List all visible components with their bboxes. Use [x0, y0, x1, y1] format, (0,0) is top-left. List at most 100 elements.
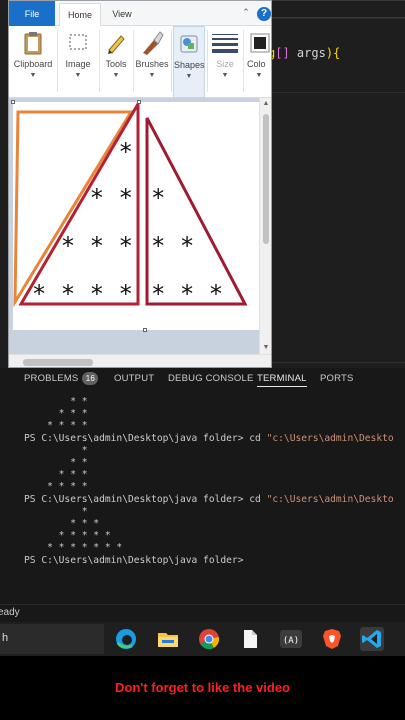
ribbon-divider — [133, 30, 134, 92]
brush-icon — [143, 31, 164, 55]
chevron-down-icon: ▼ — [148, 72, 156, 79]
terminal-output-line: * * * — [24, 408, 88, 420]
tools-label: Tools — [105, 59, 127, 69]
image-label: Image — [65, 59, 91, 69]
svg-text:(A): (A) — [283, 636, 299, 646]
command-path: "c:\Users\admin\Deskto — [266, 432, 394, 444]
terminal-output-line: * * * * * — [24, 530, 111, 542]
ribbon-divider — [57, 30, 58, 92]
editor-divider — [262, 18, 405, 19]
shapes-label: Shapes — [174, 60, 205, 70]
chevron-down-icon[interactable]: ▼ — [260, 342, 271, 354]
editor-divider — [262, 362, 405, 363]
terminal-output-line: * * * — [24, 469, 88, 481]
size-group[interactable]: Size ▼ — [209, 26, 241, 98]
tab-debug-console[interactable]: DEBUG CONSOLE — [168, 371, 253, 387]
terminal-prompt-line: PS C:\Users\admin\Desktop\java folder> — [24, 555, 244, 567]
ribbon-divider — [99, 30, 100, 92]
chrome-icon[interactable] — [197, 627, 221, 651]
ribbon-divider — [171, 30, 172, 92]
right-star-row: * — [151, 184, 165, 212]
terminal-output-line: * — [24, 444, 88, 456]
right-star-row: * * * — [151, 280, 223, 308]
image-group[interactable]: Image ▼ — [59, 26, 97, 98]
chevron-up-icon[interactable]: ▲ — [260, 98, 271, 110]
brushes-group[interactable]: Brushes ▼ — [135, 26, 169, 98]
right-star-row: * * — [151, 232, 194, 260]
chevron-down-icon: ▼ — [74, 72, 82, 79]
edge-icon[interactable] — [114, 627, 138, 651]
problems-count-badge: 16 — [82, 372, 99, 385]
collapse-ribbon-icon[interactable]: ⌃ — [241, 7, 251, 17]
status-bar: eady — [0, 604, 405, 622]
search-text: h — [2, 632, 9, 644]
pencil-icon — [108, 35, 125, 54]
size-label: Size — [216, 59, 234, 69]
ribbon-tabs: File Home View ⌃ ? — [9, 1, 271, 27]
file-icon[interactable] — [238, 627, 262, 651]
panel-tabs: PROBLEMS 16 OUTPUT DEBUG CONSOLE TERMINAL… — [0, 368, 405, 390]
chevron-down-icon: ▼ — [29, 72, 37, 79]
tab-problems[interactable]: PROBLEMS 16 — [24, 371, 99, 387]
brushes-label: Brushes — [135, 59, 169, 69]
terminal-output-line: * * * * — [24, 481, 88, 493]
prompt-text: PS C:\Users\admin\Desktop\java folder> c… — [24, 432, 267, 444]
help-icon[interactable]: ? — [257, 7, 271, 21]
size-icon — [212, 34, 238, 53]
chevron-down-icon: ▼ — [255, 72, 263, 79]
vscode-remote-icon[interactable]: (A) — [279, 627, 303, 651]
chevron-down-icon: ▼ — [221, 72, 229, 79]
chevron-down-icon: ▼ — [185, 73, 193, 80]
canvas-area[interactable]: * * * * * * * * * * * * * * * * — [9, 98, 271, 354]
shapes-group[interactable]: Shapes ▼ — [173, 26, 205, 98]
terminal-output-line: * * — [24, 396, 88, 407]
clipboard-group[interactable]: Clipboard ▼ — [11, 26, 55, 98]
tab-home[interactable]: Home — [59, 3, 101, 27]
left-star-row: * * * * — [32, 280, 133, 308]
brave-icon[interactable] — [320, 627, 344, 651]
ribbon-divider — [243, 30, 244, 92]
editor-divider — [262, 92, 405, 93]
star-pattern-drawing: * * * * * * * * * * * * * * * * — [13, 98, 248, 308]
tab-problems-label: PROBLEMS — [24, 373, 79, 384]
tab-ports[interactable]: PORTS — [320, 371, 354, 387]
colors-label: Colo — [247, 59, 266, 69]
resize-handle[interactable] — [11, 100, 15, 104]
drawing-canvas[interactable]: * * * * * * * * * * * * * * * * — [13, 98, 263, 330]
vscode-icon[interactable] — [360, 627, 384, 651]
terminal-output-line: * * * * — [24, 420, 88, 432]
taskbar-search[interactable]: h — [0, 624, 104, 654]
tab-output[interactable]: OUTPUT — [114, 371, 154, 387]
colors-group[interactable]: Colo ▼ — [245, 26, 271, 98]
clipboard-label: Clipboard — [13, 59, 53, 69]
tab-terminal[interactable]: TERMINAL — [257, 371, 307, 387]
bottom-panel: PROBLEMS 16 OUTPUT DEBUG CONSOLE TERMINAL… — [0, 368, 405, 604]
tab-file[interactable]: File — [9, 1, 55, 26]
left-star-row: * — [119, 138, 133, 166]
scrollbar-thumb[interactable] — [263, 114, 269, 244]
terminal-prompt-line: PS C:\Users\admin\Desktop\java folder> c… — [24, 494, 394, 506]
taskbar: h (A) — [0, 622, 405, 656]
tab-view[interactable]: View — [106, 3, 138, 25]
vertical-scrollbar[interactable]: ▲ ▼ — [259, 98, 271, 354]
horizontal-scrollbar[interactable] — [9, 354, 271, 367]
command-path: "c:\Users\admin\Deskto — [266, 493, 394, 505]
paint-window[interactable]: File Home View ⌃ ? Clipboard ▼ Image ▼ T… — [8, 0, 272, 368]
terminal-output-line: * * * * * * * — [24, 542, 123, 554]
resize-handle[interactable] — [143, 328, 147, 332]
clipboard-icon — [24, 32, 42, 55]
file-explorer-icon[interactable] — [156, 627, 180, 651]
resize-handle[interactable] — [137, 100, 141, 104]
tools-group[interactable]: Tools ▼ — [101, 26, 131, 98]
terminal-output-line: * — [24, 505, 88, 517]
terminal-prompt-line: PS C:\Users\admin\Desktop\java folder> c… — [24, 433, 394, 445]
video-caption: Don't forget to like the video — [115, 680, 290, 695]
chevron-down-icon: ▼ — [112, 72, 120, 79]
scrollbar-thumb[interactable] — [23, 359, 93, 366]
ribbon: Clipboard ▼ Image ▼ Tools ▼ Brushes ▼ Sh… — [9, 26, 271, 98]
status-text: eady — [0, 607, 20, 618]
left-star-row: * * * — [61, 232, 133, 260]
code-fragment: g[] args){ — [268, 46, 341, 60]
ribbon-divider — [207, 30, 208, 92]
select-icon — [69, 34, 87, 50]
